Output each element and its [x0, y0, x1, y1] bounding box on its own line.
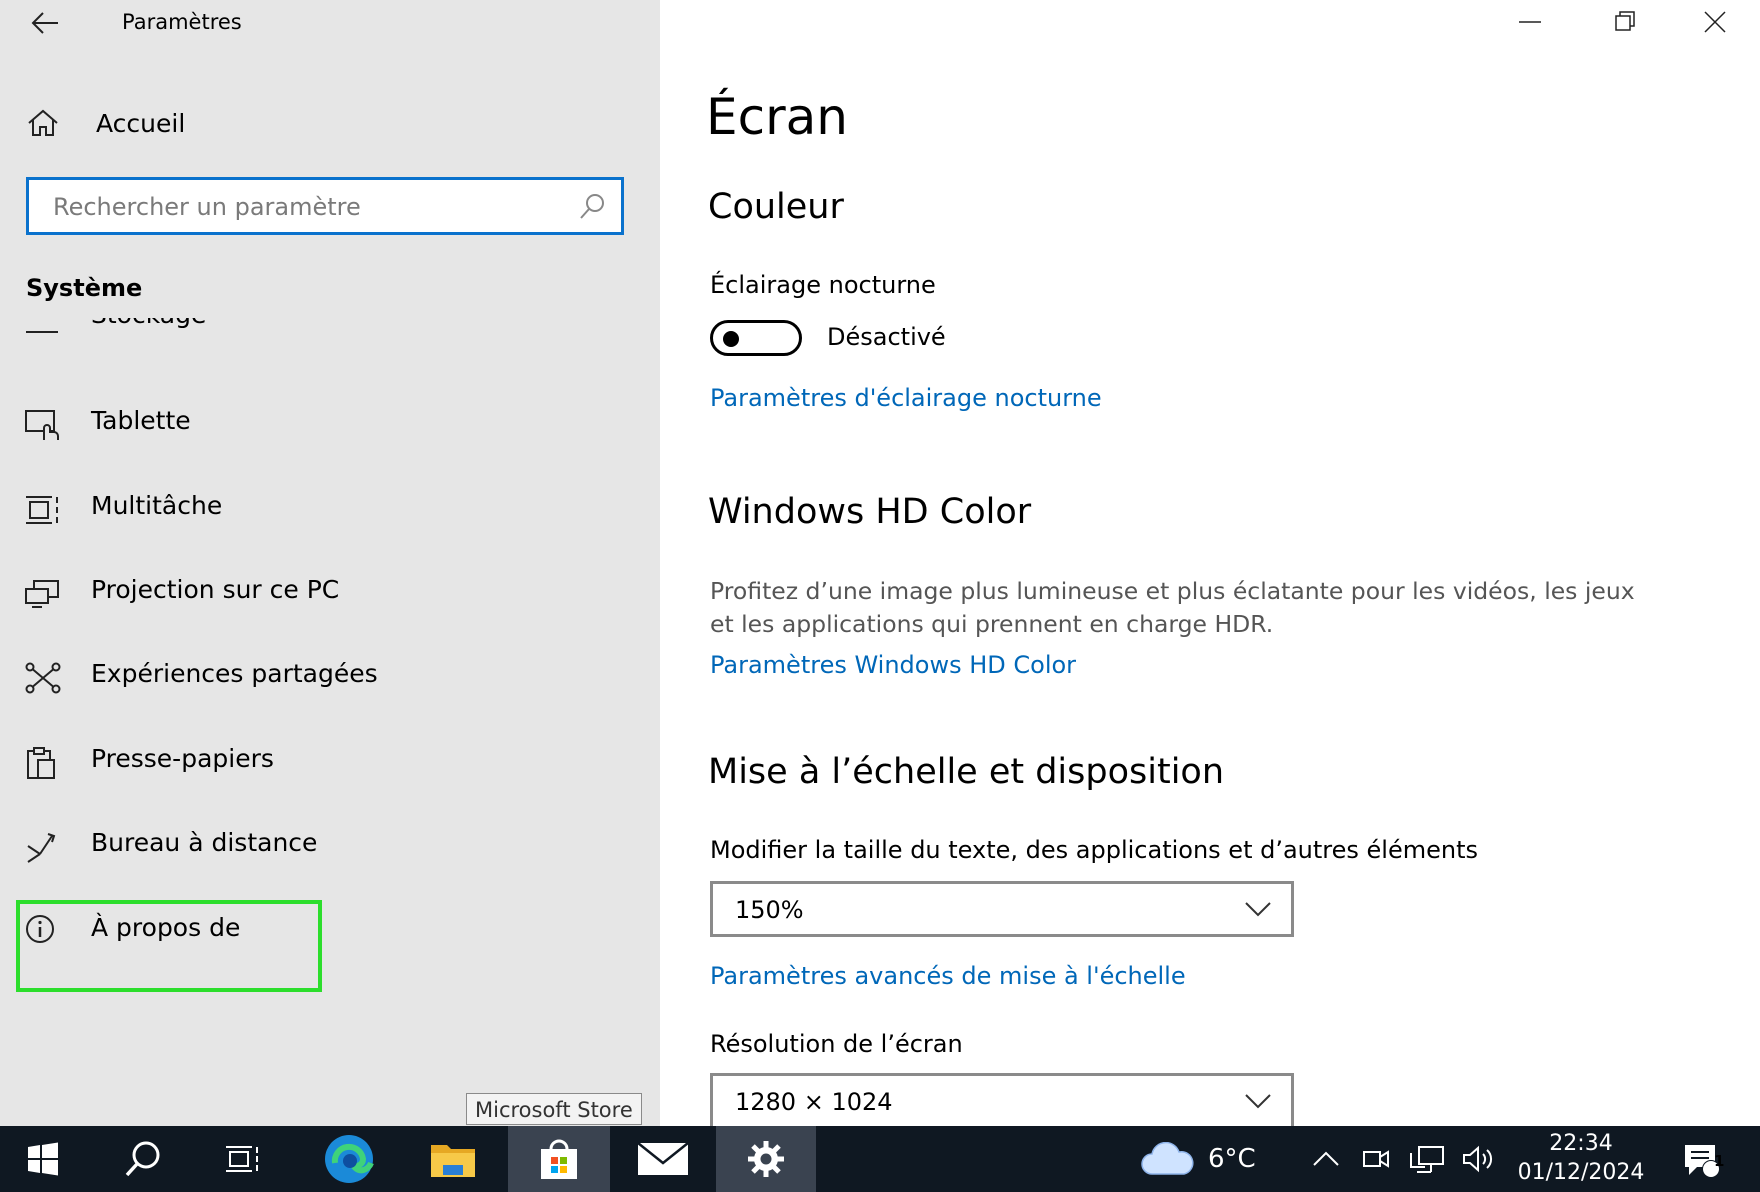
- sidebar-item-clipboard[interactable]: Presse-papiers: [0, 724, 660, 804]
- action-center-button[interactable]: 1: [1666, 1126, 1736, 1192]
- sidebar-item-remote-desktop[interactable]: Bureau à distance: [0, 808, 660, 888]
- hd-color-settings-link[interactable]: Paramètres Windows HD Color: [710, 651, 1076, 679]
- night-light-label: Éclairage nocturne: [710, 271, 936, 299]
- clock-time: 22:34: [1549, 1131, 1613, 1156]
- sidebar-item-storage[interactable]: Stockage: [0, 318, 660, 360]
- info-icon: [26, 915, 54, 943]
- restore-icon: [1615, 11, 1635, 31]
- cloud-icon: [1141, 1142, 1194, 1175]
- clock-date: 01/12/2024: [1517, 1160, 1645, 1185]
- clipboard-icon: [27, 747, 55, 779]
- start-icon: [28, 1142, 58, 1176]
- resolution-label: Résolution de l’écran: [710, 1030, 963, 1058]
- sidebar-item-label: Stockage: [91, 318, 206, 329]
- night-light-settings-link[interactable]: Paramètres d'éclairage nocturne: [710, 384, 1102, 412]
- close-button[interactable]: [1670, 0, 1760, 44]
- section-title: Système: [26, 274, 143, 302]
- advanced-scaling-link[interactable]: Paramètres avancés de mise à l'échelle: [710, 962, 1186, 990]
- settings-main: Écran Couleur Éclairage nocturne Désacti…: [660, 0, 1760, 1126]
- page-title: Écran: [706, 88, 848, 146]
- settings-sidebar: Paramètres Accueil Système Stockage Tabl…: [0, 0, 660, 1126]
- search-input[interactable]: [51, 192, 575, 222]
- file-explorer-icon: [431, 1145, 475, 1177]
- tablet-icon: [25, 410, 59, 440]
- search-icon: [125, 1141, 160, 1177]
- store-icon: [541, 1139, 577, 1179]
- scale-label: Modifier la taille du texte, des applica…: [710, 836, 1479, 864]
- camera-icon: [1363, 1150, 1389, 1168]
- toggle-knob: [723, 331, 739, 347]
- restore-button[interactable]: [1581, 0, 1671, 44]
- hd-color-heading: Windows HD Color: [708, 492, 1032, 532]
- edge-button[interactable]: [306, 1126, 392, 1192]
- nav-list: Stockage Tablette Multitâche Projection …: [0, 318, 660, 1018]
- projection-icon: [25, 580, 59, 608]
- weather-widget[interactable]: 6°C: [1140, 1126, 1290, 1192]
- notification-count: 1: [1714, 1152, 1725, 1170]
- volume-icon: [1463, 1145, 1493, 1173]
- hd-color-description: Profitez d’une image plus lumineuse et p…: [710, 577, 1635, 638]
- scale-dropdown[interactable]: 150%: [710, 881, 1294, 937]
- store-button[interactable]: [508, 1126, 610, 1192]
- mail-button[interactable]: [620, 1126, 706, 1192]
- back-button[interactable]: [22, 6, 68, 40]
- task-view-button[interactable]: [200, 1126, 286, 1192]
- minimize-button[interactable]: [1486, 0, 1576, 44]
- storage-icon: [26, 331, 58, 333]
- multitasking-icon: [26, 496, 58, 524]
- sidebar-item-shared-experiences[interactable]: Expériences partagées: [0, 639, 660, 719]
- meet-now-button[interactable]: [1356, 1126, 1396, 1192]
- chevron-down-icon: [1245, 1094, 1271, 1109]
- search-icon: [580, 194, 604, 219]
- sidebar-item-label: Multitâche: [91, 491, 223, 520]
- minimize-icon: [1519, 21, 1541, 23]
- settings-icon: [748, 1141, 784, 1177]
- sidebar-item-label: Presse-papiers: [91, 744, 274, 773]
- resolution-value: 1280 × 1024: [735, 1088, 893, 1116]
- app-title: Paramètres: [122, 10, 242, 34]
- weather-temp: 6°C: [1208, 1144, 1256, 1174]
- clock[interactable]: 22:34 01/12/2024: [1508, 1126, 1654, 1192]
- file-explorer-button[interactable]: [410, 1126, 496, 1192]
- scale-layout-heading: Mise à l’échelle et disposition: [708, 752, 1225, 792]
- sidebar-item-label: Projection sur ce PC: [91, 575, 340, 604]
- home-icon: [28, 109, 58, 136]
- sidebar-item-tablet[interactable]: Tablette: [0, 386, 660, 466]
- settings-taskbar-button[interactable]: [716, 1126, 816, 1192]
- sidebar-item-label: Bureau à distance: [91, 828, 318, 857]
- sidebar-item-label: Expériences partagées: [91, 659, 378, 688]
- sidebar-item-label: À propos de: [91, 913, 241, 942]
- shared-experiences-icon: [25, 662, 61, 694]
- sidebar-item-label: Tablette: [91, 406, 191, 435]
- volume-button[interactable]: [1458, 1126, 1500, 1192]
- close-icon: [1704, 11, 1726, 33]
- chevron-up-icon: [1313, 1151, 1339, 1166]
- nav-home-label: Accueil: [96, 108, 186, 138]
- color-heading: Couleur: [708, 187, 844, 227]
- network-button[interactable]: [1404, 1126, 1450, 1192]
- remote-desktop-icon: [27, 833, 56, 863]
- sidebar-item-multitasking[interactable]: Multitâche: [0, 471, 660, 551]
- edge-icon: [325, 1135, 374, 1183]
- taskbar-tooltip: Microsoft Store: [466, 1093, 642, 1125]
- start-button[interactable]: [0, 1126, 86, 1192]
- taskbar: 6°C 22:34 01/12/2024 1: [0, 1126, 1760, 1192]
- chevron-down-icon: [1245, 902, 1271, 917]
- sidebar-item-about[interactable]: À propos de: [0, 893, 660, 973]
- nav-home[interactable]: Accueil: [0, 96, 660, 150]
- search-field[interactable]: [26, 177, 624, 235]
- task-view-icon: [226, 1146, 258, 1172]
- night-light-state: Désactivé: [827, 323, 946, 351]
- taskbar-search-button[interactable]: [100, 1126, 186, 1192]
- network-icon: [1410, 1146, 1444, 1173]
- show-hidden-icons-button[interactable]: [1306, 1126, 1346, 1192]
- resolution-dropdown[interactable]: 1280 × 1024: [710, 1073, 1294, 1126]
- scale-value: 150%: [735, 896, 804, 924]
- mail-icon: [637, 1142, 689, 1175]
- back-arrow-icon: [31, 12, 58, 34]
- sidebar-item-projection[interactable]: Projection sur ce PC: [0, 555, 660, 635]
- night-light-toggle[interactable]: [710, 320, 802, 356]
